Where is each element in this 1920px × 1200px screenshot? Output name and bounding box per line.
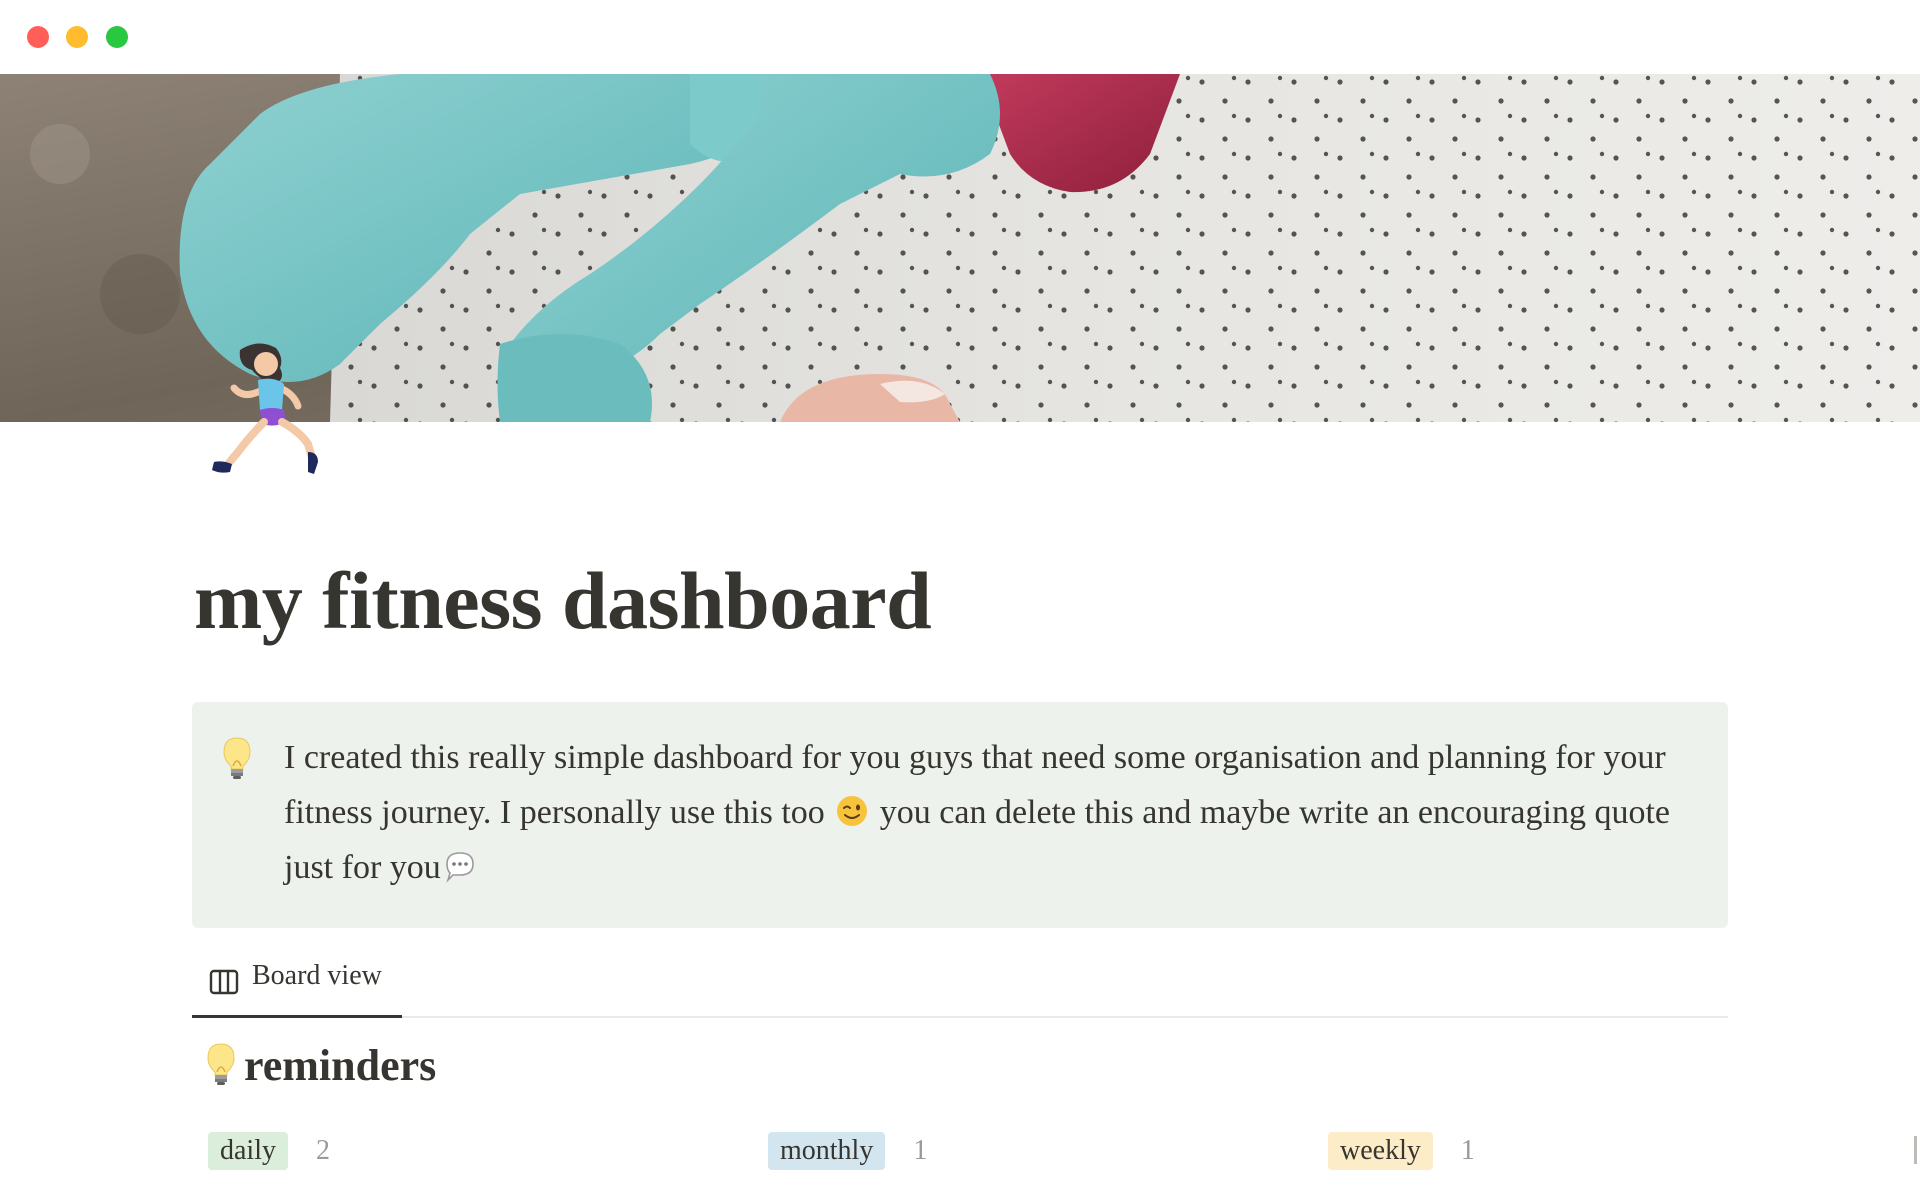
board-group-overflow-edge [1912,1136,1920,1166]
light-bulb-icon [206,1042,236,1086]
app-window: my fitness dashboard I created this real… [0,0,1920,1200]
group-count-weekly: 1 [1460,1135,1475,1166]
minimize-window-button[interactable] [66,26,88,48]
group-count-monthly: 1 [913,1135,928,1166]
speech-balloon-icon [443,845,477,883]
group-count-daily: 2 [316,1135,330,1166]
light-bulb-icon[interactable] [222,736,252,780]
winking-face-icon [835,790,869,826]
board-title[interactable]: reminders [244,1036,436,1096]
board-group-daily[interactable]: daily 2 [208,1132,330,1172]
group-tag-daily[interactable]: daily [208,1132,288,1170]
close-window-button[interactable] [27,26,49,48]
tab-board-view-label: Board view [252,960,382,991]
board-group-monthly[interactable]: monthly 1 [768,1132,927,1172]
maximize-window-button[interactable] [106,26,128,48]
group-tag-weekly[interactable]: weekly [1328,1132,1433,1170]
tab-board-view[interactable]: Board view [192,950,402,1018]
page-title[interactable]: my fitness dashboard [194,555,932,646]
group-tag-monthly[interactable]: monthly [768,1132,886,1170]
board-group-weekly[interactable]: weekly 1 [1328,1132,1475,1172]
board-icon [208,966,240,998]
title-bar [0,0,1920,74]
callout-text: I created this really simple dashboard f… [284,730,1694,895]
woman-running-icon[interactable] [200,340,350,490]
view-tabs: Board view [192,950,1728,1018]
callout-block[interactable]: I created this really simple dashboard f… [192,702,1728,928]
